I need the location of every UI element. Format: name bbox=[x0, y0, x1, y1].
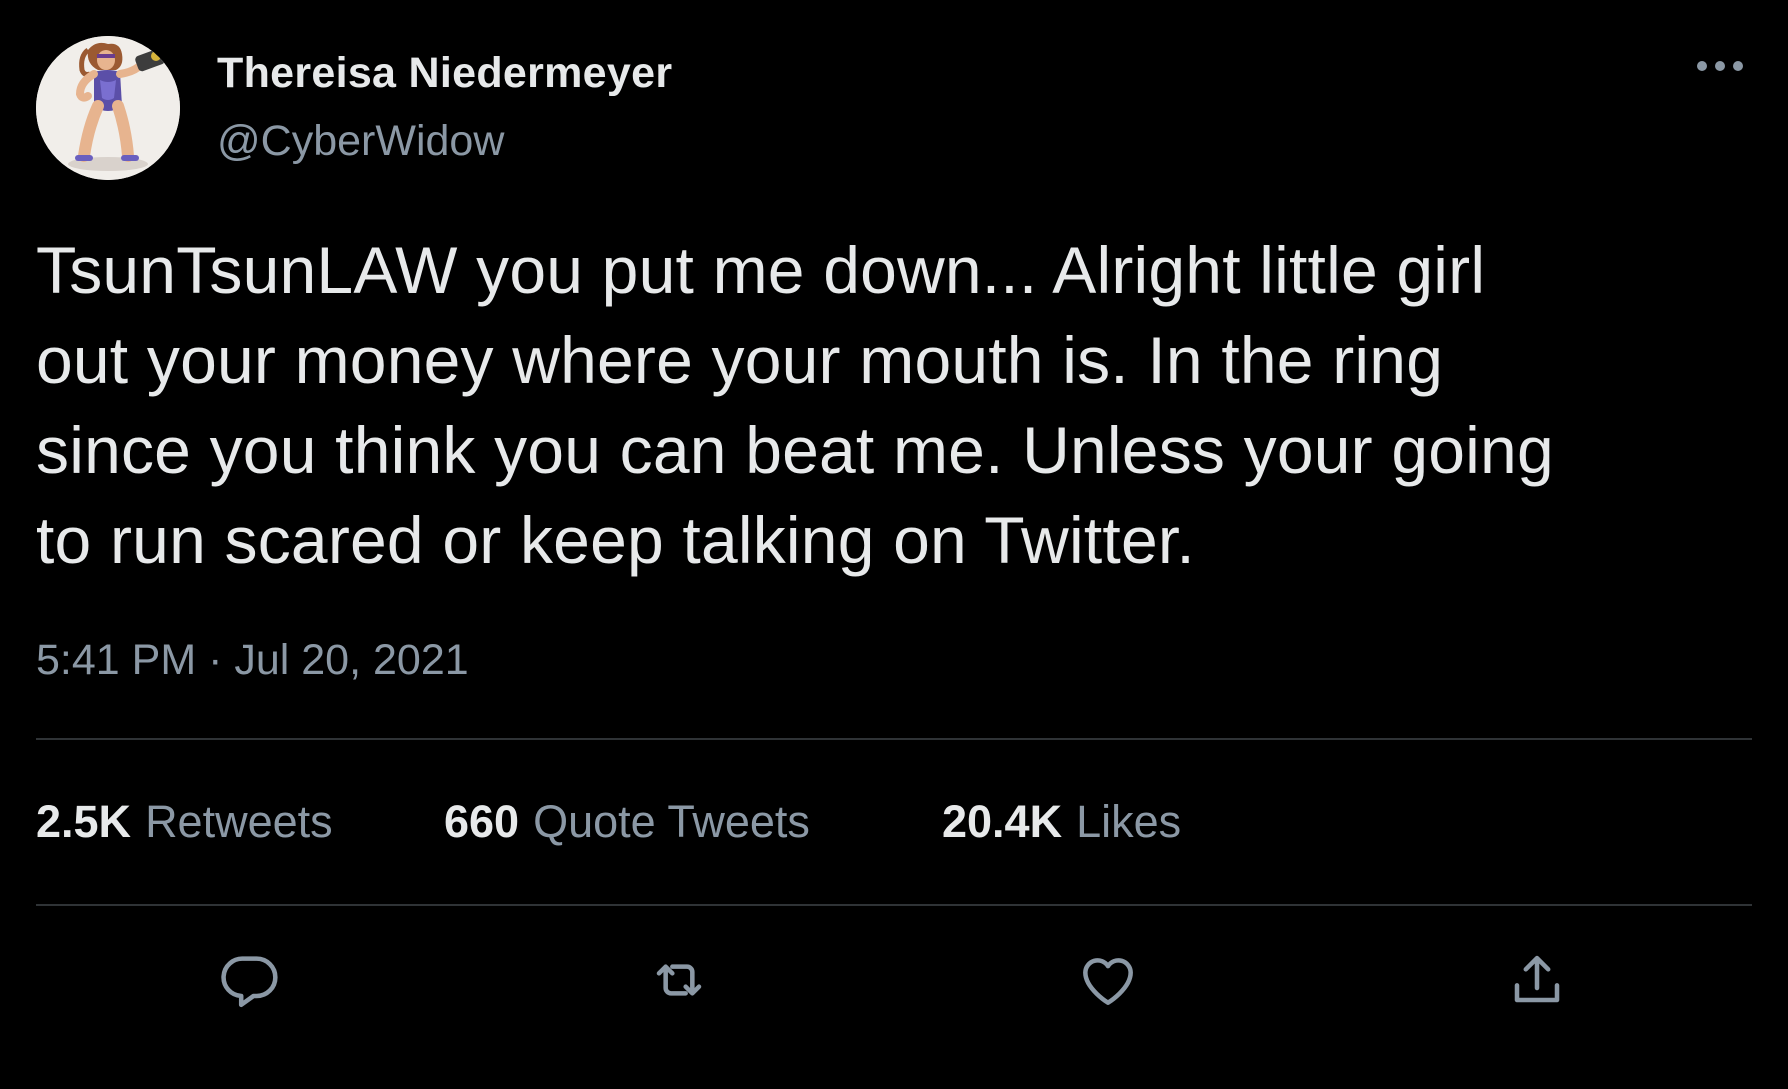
share-icon bbox=[1514, 955, 1560, 1003]
retweets-count: 2.5K bbox=[36, 796, 132, 847]
share-button[interactable] bbox=[1497, 945, 1577, 1015]
retweets-label: Retweets bbox=[145, 796, 333, 847]
quote-tweets-stat[interactable]: 660 Quote Tweets bbox=[444, 796, 810, 848]
heart-icon bbox=[1083, 958, 1133, 1005]
divider bbox=[36, 738, 1752, 740]
reply-button[interactable] bbox=[210, 945, 290, 1015]
reply-icon bbox=[221, 956, 278, 1008]
retweet-icon bbox=[656, 964, 702, 996]
divider bbox=[36, 904, 1752, 906]
likes-count: 20.4K bbox=[942, 796, 1063, 847]
quote-tweets-label: Quote Tweets bbox=[533, 796, 810, 847]
retweets-stat[interactable]: 2.5K Retweets bbox=[36, 796, 333, 848]
tweet-card: Thereisa Niedermeyer @CyberWidow TsunTsu… bbox=[0, 0, 1788, 1089]
avatar-image bbox=[36, 36, 180, 180]
likes-label: Likes bbox=[1076, 796, 1182, 847]
author-display-name[interactable]: Thereisa Niedermeyer bbox=[217, 49, 672, 98]
author-handle[interactable]: @CyberWidow bbox=[217, 117, 504, 166]
likes-stat[interactable]: 20.4K Likes bbox=[942, 796, 1181, 848]
more-icon bbox=[1697, 61, 1743, 71]
avatar[interactable] bbox=[36, 36, 180, 180]
more-options-button[interactable] bbox=[1690, 48, 1750, 84]
quote-tweets-count: 660 bbox=[444, 796, 520, 847]
retweet-button[interactable] bbox=[639, 945, 719, 1015]
tweet-timestamp[interactable]: 5:41 PM · Jul 20, 2021 bbox=[36, 636, 469, 685]
like-button[interactable] bbox=[1068, 945, 1148, 1015]
tweet-text: TsunTsunLAW you put me down... Alright l… bbox=[36, 233, 1554, 577]
